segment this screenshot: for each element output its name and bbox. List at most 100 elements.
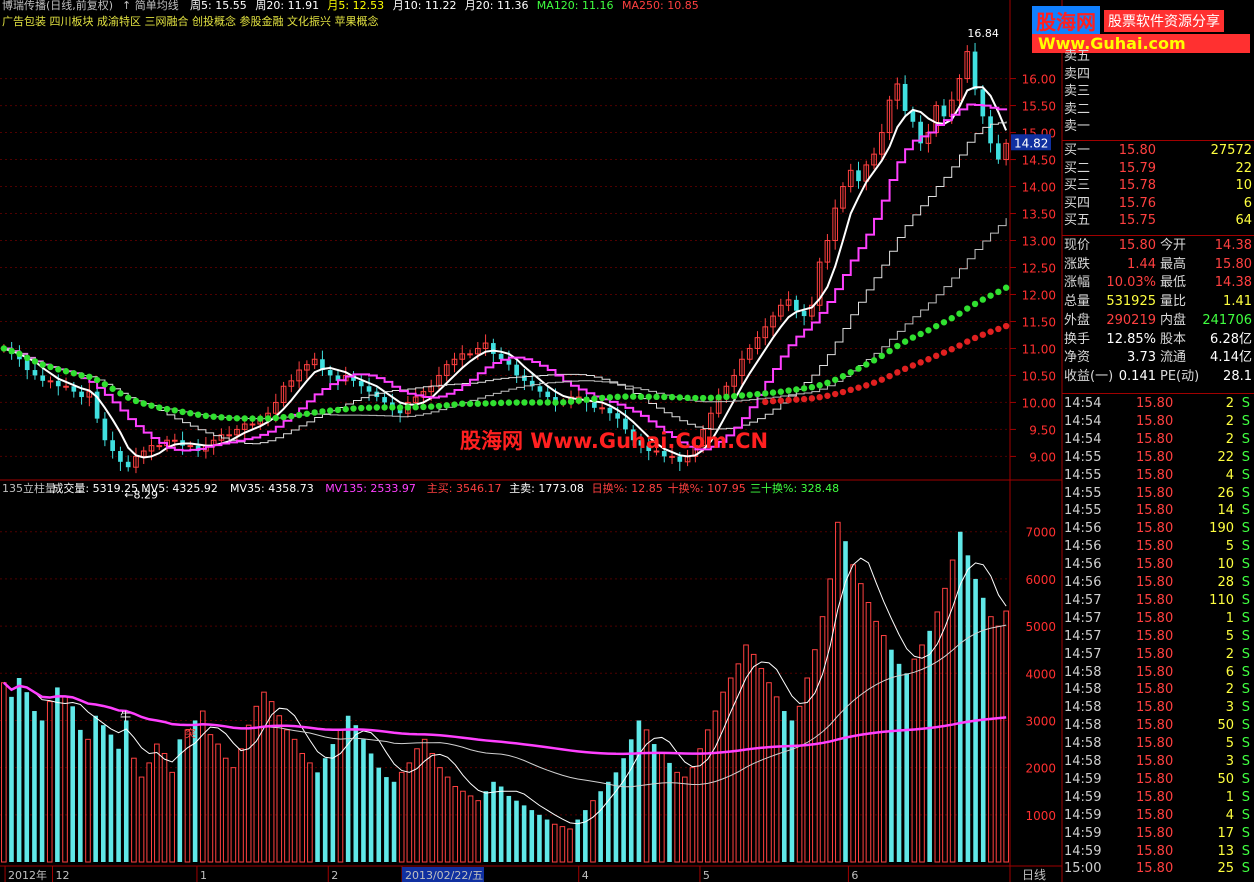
volume-bar: [345, 715, 351, 862]
tick-volume: 190: [1209, 521, 1234, 537]
tick-row: 14:57 15.80 2 S: [1062, 646, 1254, 663]
ma120-dot: [0, 345, 8, 352]
ma120-dot: [31, 358, 39, 365]
ma250-dot: [917, 359, 924, 366]
watermark: 股海网 Www.Guhai.Com.CN: [460, 429, 768, 453]
tick-price: 15.80: [1136, 449, 1174, 465]
ma250-dot: [808, 395, 816, 402]
x-tick-label: 4: [582, 869, 589, 882]
tick-side: S: [1241, 736, 1250, 752]
candle-body: [226, 434, 233, 437]
tick-row: 14:59 15.80 13 S: [1062, 843, 1254, 860]
ma120-dot: [536, 399, 544, 406]
tick-price: 15.80: [1136, 575, 1174, 590]
quote-stat: 收益(一) 0.141 PE(动) 28.1: [1062, 368, 1254, 385]
ma-value: 周20: 11.91: [255, 0, 319, 12]
ma120-dot: [800, 385, 808, 392]
volume-bar: [559, 826, 566, 863]
x-tick-label: 12: [56, 869, 70, 882]
volume-bar: [781, 711, 787, 862]
tick-volume: 5: [1225, 736, 1234, 752]
tick-row: 14:54 15.80 2 S: [1062, 413, 1254, 430]
tick-row: 14:58 15.80 50 S: [1062, 717, 1254, 734]
ma120-dot: [979, 296, 987, 303]
tick-price: 15.80: [1136, 771, 1174, 787]
tick-price: 15.80: [1136, 718, 1174, 734]
tick-side: S: [1241, 825, 1250, 841]
tick-row: 14:58 15.80 3 S: [1062, 699, 1254, 716]
tick-time: 14:57: [1064, 592, 1102, 608]
tick-time: 14:55: [1064, 485, 1102, 501]
tick-volume: 3: [1225, 754, 1234, 769]
ma250-dot: [777, 397, 785, 404]
tick-price: 15.80: [1136, 503, 1174, 519]
candle-body: [71, 386, 77, 392]
stat-label: 现价: [1064, 238, 1091, 253]
ma120-dot: [637, 393, 645, 400]
ma120-dot: [140, 400, 147, 407]
ma120-dot: [311, 409, 318, 416]
tick-time: 14:59: [1064, 843, 1102, 859]
volume-bar: [896, 663, 902, 862]
tick-side: S: [1241, 718, 1250, 734]
ma120-dot: [762, 390, 769, 397]
buy-level: 买五 15.75 64: [1062, 212, 1254, 229]
tick-price: 15.80: [1136, 628, 1174, 644]
tick-time: 15:00: [1064, 861, 1102, 877]
ma120-dot: [272, 414, 280, 422]
ma120-dot: [163, 405, 171, 413]
buy-price: 15.78: [1118, 178, 1156, 194]
volume-bar: [376, 767, 382, 862]
ma120-dot: [459, 400, 466, 407]
stat-value: 4.14亿: [1210, 350, 1252, 366]
period-label: 日线: [1022, 868, 1046, 882]
ma120-dot: [412, 404, 419, 411]
volume-bar: [238, 748, 244, 863]
tick-time: 14:58: [1064, 700, 1102, 716]
x-tick-label: 2012年: [8, 868, 47, 882]
volume-bar: [804, 677, 811, 863]
volume-bar: [551, 823, 558, 863]
stat-value: 290219: [1106, 312, 1156, 328]
buy-level: 买一 15.80 27572: [1062, 142, 1254, 159]
tick-row: 14:58 15.80 5 S: [1062, 735, 1254, 752]
tick-volume: 5: [1225, 539, 1234, 555]
volume-indicator: 三十换%: 328.48: [750, 481, 839, 495]
tick-row: 14:57 15.80 1 S: [1062, 610, 1254, 627]
stat-value: 10.03%: [1106, 275, 1156, 291]
price-tick-label: 11.50: [1022, 315, 1056, 329]
ma120-dot: [544, 399, 551, 406]
tick-side: S: [1241, 539, 1250, 555]
tick-row: 14:54 15.80 2 S: [1062, 431, 1254, 448]
volume-bar: [880, 635, 887, 863]
volume-bar: [904, 673, 909, 862]
ma120-dot: [474, 400, 482, 407]
tick-time: 14:59: [1064, 789, 1102, 805]
tick-volume: 1: [1225, 610, 1234, 626]
volume-chart: [1, 521, 1009, 863]
volume-bar: [406, 762, 413, 863]
tick-volume: 2: [1225, 396, 1234, 411]
tick-side: S: [1241, 413, 1250, 429]
candle-body: [988, 116, 993, 144]
ma120-dot: [350, 405, 357, 412]
ma120-dot: [171, 407, 179, 414]
stat-label: 总量: [1064, 294, 1091, 310]
stat-label: 涨幅: [1064, 275, 1091, 291]
ma120-dot: [8, 347, 15, 355]
quote-stat: 总量 531925 量比 1.41: [1062, 293, 1254, 310]
volume-bar: [253, 705, 260, 863]
candle-body: [514, 364, 519, 376]
tick-price: 15.80: [1136, 700, 1174, 716]
ma250-dot: [995, 325, 1002, 333]
tick-row: 14:58 15.80 3 S: [1062, 753, 1254, 770]
ma120-dot: [606, 394, 614, 401]
ma120-dot: [39, 361, 46, 368]
volume-bar: [39, 720, 45, 862]
panel-divider: [1062, 235, 1254, 236]
sell-label: 卖三: [1064, 84, 1091, 99]
buy-volume: 10: [1235, 178, 1252, 194]
volume-bar: [353, 725, 359, 862]
volume-bar: [337, 729, 344, 863]
stat-value: 6.28亿: [1210, 331, 1252, 347]
